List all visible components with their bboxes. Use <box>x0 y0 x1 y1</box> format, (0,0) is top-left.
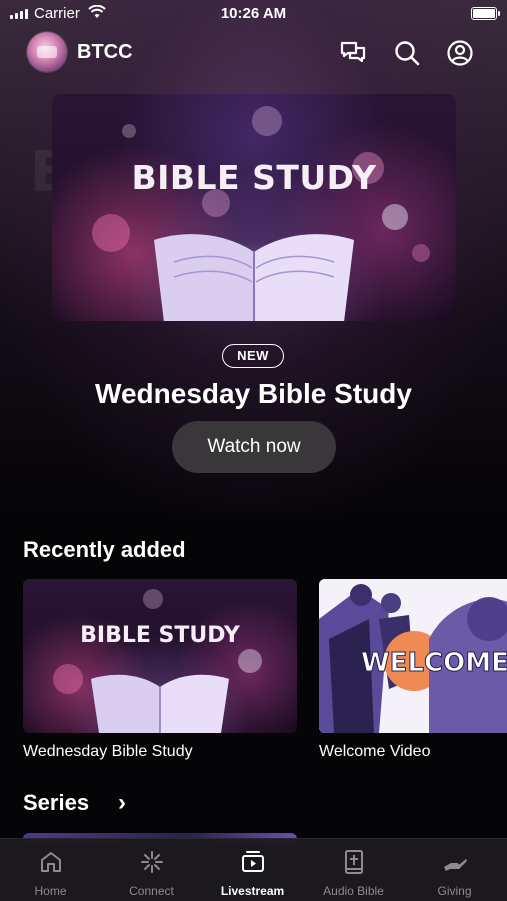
tab-home[interactable]: Home <box>0 839 101 901</box>
card-image-text: BIBLE STUDY <box>80 623 240 648</box>
open-book-illustration <box>91 674 229 733</box>
open-book-illustration <box>154 234 354 321</box>
home-icon <box>38 849 64 875</box>
connect-icon <box>139 849 165 875</box>
hero-image-text: BIBLE STUDY <box>131 158 377 197</box>
brand-name: BTCC <box>77 41 133 63</box>
app-header: BTCC <box>0 30 507 76</box>
account-icon[interactable] <box>446 39 474 67</box>
card-label-wednesday-bible-study[interactable]: Wednesday Bible Study <box>23 743 193 761</box>
chevron-right-icon[interactable]: › <box>118 790 126 816</box>
watch-now-button[interactable]: Watch now <box>172 421 336 473</box>
livestream-icon <box>240 849 266 875</box>
tab-connect[interactable]: Connect <box>101 839 202 901</box>
series-heading[interactable]: Series <box>23 790 89 816</box>
church-logo[interactable] <box>27 32 67 72</box>
tab-label: Home <box>34 884 67 898</box>
recently-added-card-welcome[interactable]: WELCOME HO <box>319 579 507 733</box>
search-icon[interactable] <box>393 39 421 67</box>
audio-bible-icon <box>341 849 367 875</box>
tab-label: Audio Bible <box>323 884 384 898</box>
featured-title: Wednesday Bible Study <box>95 378 412 409</box>
recently-added-card-bible-study[interactable]: BIBLE STUDY <box>23 579 297 733</box>
battery-icon <box>471 7 500 20</box>
welcome-video-thumbnail: WELCOME HO <box>319 579 507 733</box>
new-badge: NEW <box>222 344 284 368</box>
chat-icon[interactable] <box>339 39 367 67</box>
tab-bar: Home Connect Livestream Audio Bible Givi… <box>0 838 507 901</box>
tab-audio-bible[interactable]: Audio Bible <box>303 839 404 901</box>
tab-giving[interactable]: Giving <box>404 839 505 901</box>
status-bar: Carrier 10:26 AM <box>0 0 507 30</box>
hero-banner-image[interactable]: BIBLE STUDY <box>52 94 456 321</box>
tab-livestream[interactable]: Livestream <box>202 839 303 901</box>
tab-label: Connect <box>129 884 174 898</box>
tab-label: Livestream <box>220 884 285 898</box>
tab-label: Giving <box>437 884 472 898</box>
card-image-text: WELCOME HO <box>361 648 507 678</box>
status-time: 10:26 AM <box>220 5 287 22</box>
card-label-welcome-video[interactable]: Welcome Video <box>319 743 430 761</box>
recently-added-heading: Recently added <box>23 537 186 562</box>
giving-icon <box>442 849 468 875</box>
